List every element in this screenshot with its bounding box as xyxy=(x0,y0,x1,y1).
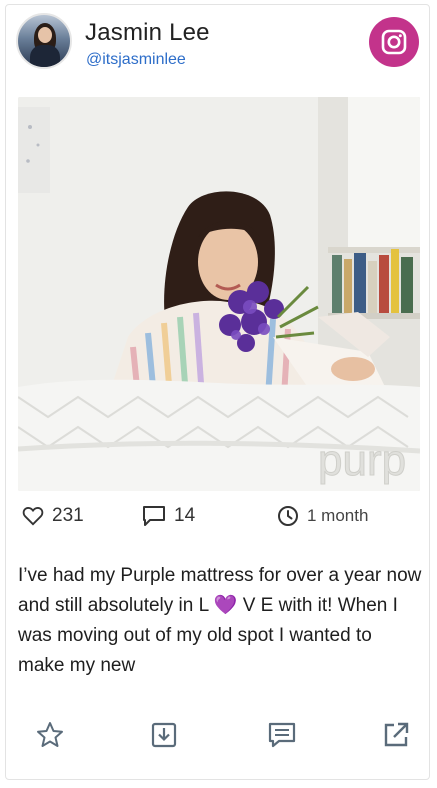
download-button[interactable] xyxy=(146,717,182,753)
post-photo[interactable]: purp xyxy=(18,97,420,491)
author-name[interactable]: Jasmin Lee xyxy=(85,19,210,47)
open-external-button[interactable] xyxy=(378,717,414,753)
post-actions xyxy=(18,717,420,757)
favorite-button[interactable] xyxy=(32,717,68,753)
post-stats: 231 14 1 month xyxy=(18,505,420,535)
instagram-icon xyxy=(381,29,407,55)
post-caption: I’ve had my Purple mattress for over a y… xyxy=(18,561,422,681)
likes-count: 231 xyxy=(52,505,84,526)
download-icon xyxy=(151,722,177,748)
speech-bubble-icon xyxy=(143,506,165,526)
post-age: 1 month xyxy=(307,506,369,525)
external-link-icon xyxy=(384,722,409,747)
mattress-brand-text: purp xyxy=(318,436,406,485)
author-handle[interactable]: @itsjasminlee xyxy=(86,51,186,69)
star-icon xyxy=(37,722,63,747)
photo-illustration: purp xyxy=(18,97,420,491)
comments-count: 14 xyxy=(174,505,196,526)
avatar[interactable] xyxy=(16,13,72,69)
post-card: Jasmin Lee @itsjasminlee purp 231 14 1 m… xyxy=(5,4,430,780)
comment-icon xyxy=(268,722,296,748)
comment-button[interactable] xyxy=(264,717,300,753)
instagram-badge[interactable] xyxy=(369,17,419,67)
time-stat: 1 month xyxy=(277,505,368,527)
purple-heart-emoji: 💜 xyxy=(213,595,238,616)
clock-icon xyxy=(278,506,298,526)
comments-stat[interactable]: 14 xyxy=(142,505,195,527)
heart-icon xyxy=(22,507,44,526)
likes-stat[interactable]: 231 xyxy=(22,505,84,527)
